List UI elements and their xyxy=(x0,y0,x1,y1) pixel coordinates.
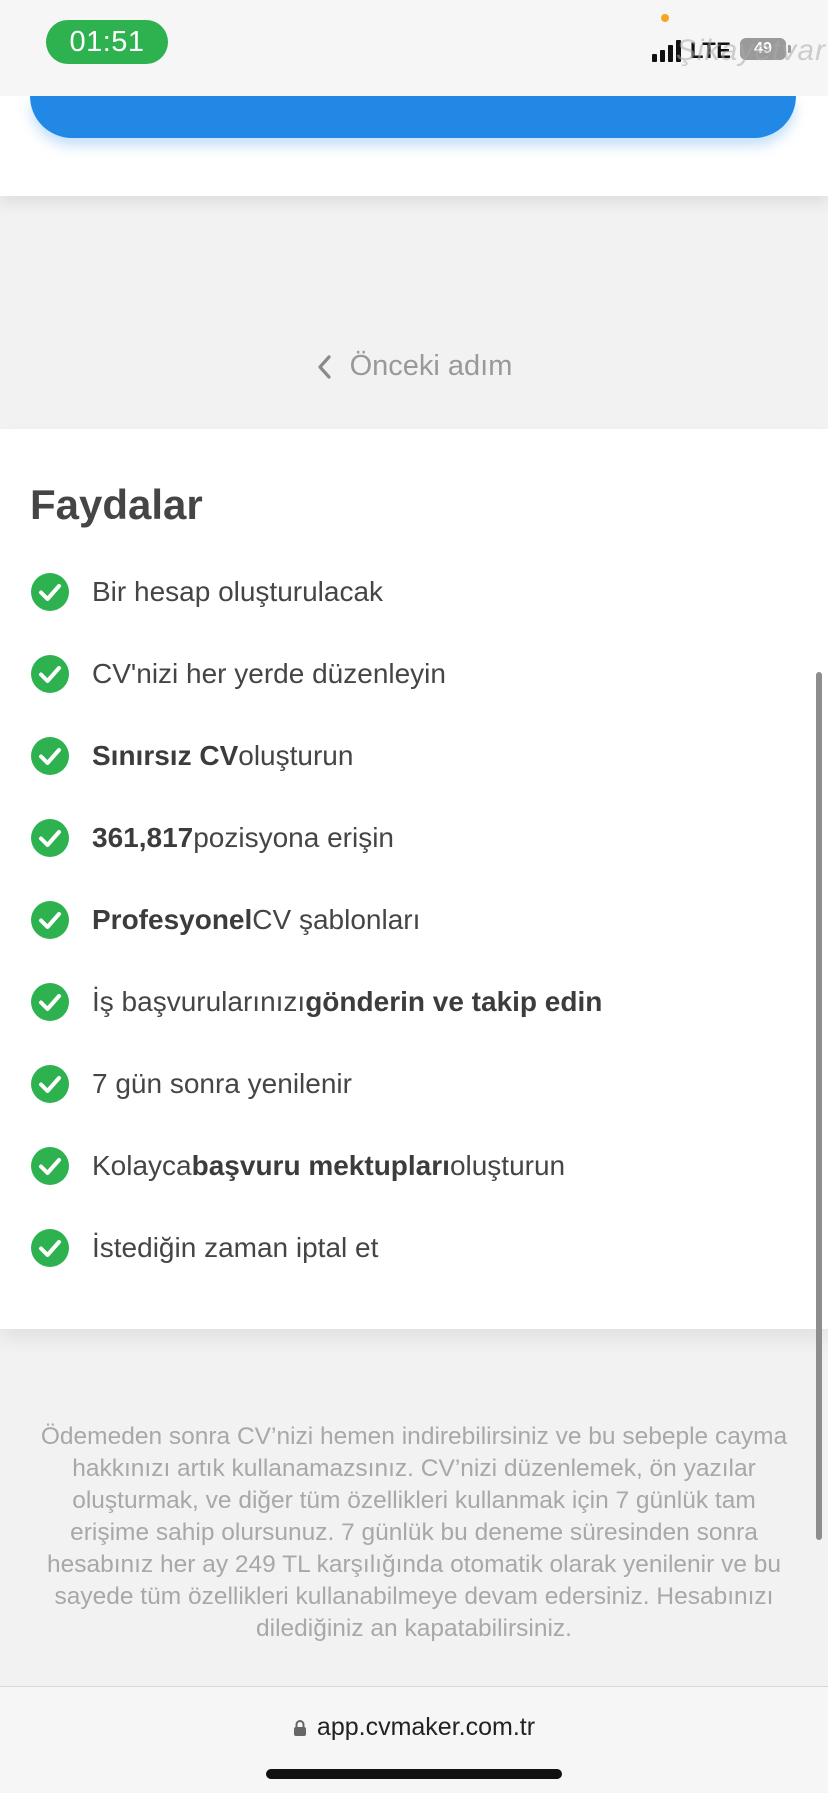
status-time: 01:51 xyxy=(46,20,168,64)
status-bar: 01:51 LTE 49 Şikayetvar xyxy=(0,0,828,96)
benefit-text-bold: Sınırsız CV xyxy=(92,740,239,771)
benefit-text-post: oluşturun xyxy=(238,740,354,771)
check-circle-icon xyxy=(31,819,69,857)
benefit-text-bold: 361,817 xyxy=(92,822,194,853)
check-circle-icon xyxy=(31,737,69,775)
benefit-text-pre: Kolayca xyxy=(92,1150,192,1181)
benefit-item: 7 gün sonra yenilenir xyxy=(30,1064,352,1104)
benefit-text-bold: Profesyonel xyxy=(92,904,253,935)
url-text: app.cvmaker.com.tr xyxy=(316,1713,536,1741)
benefits-card: Faydalar Bir hesap oluşturulacak CV'nizi… xyxy=(0,429,828,1329)
benefit-item: Bir hesap oluşturulacak xyxy=(30,572,383,612)
benefit-item: CV'nizi her yerde düzenleyin xyxy=(30,654,446,694)
previous-step-label: Önceki adım xyxy=(349,350,513,382)
lock-icon xyxy=(293,1719,306,1736)
check-circle-icon xyxy=(31,1147,69,1185)
benefit-text-pre: 7 gün sonra yenilenir xyxy=(92,1068,352,1099)
chevron-left-icon xyxy=(317,354,331,379)
checkout-card xyxy=(0,96,828,196)
benefit-item: İş başvurularınızı gönderin ve takip edi… xyxy=(30,982,602,1022)
watermark-logo: Şikayetvar xyxy=(676,34,827,67)
payment-disclaimer: Ödemeden sonra CV’nizi hemen indirebilir… xyxy=(40,1423,788,1642)
primary-action-button[interactable] xyxy=(30,96,796,138)
benefits-title: Faydalar xyxy=(30,481,203,528)
benefit-text-pre: İstediğin zaman iptal et xyxy=(92,1232,379,1263)
check-circle-icon xyxy=(31,1229,69,1267)
previous-step-link[interactable]: Önceki adım xyxy=(0,350,828,383)
benefit-text-post: pozisyona erişin xyxy=(193,822,394,853)
benefit-item: 361,817 pozisyona erişin xyxy=(30,818,394,858)
benefit-item: Sınırsız CV oluşturun xyxy=(30,736,353,776)
check-circle-icon xyxy=(31,1065,69,1103)
page-scrollbar[interactable] xyxy=(816,672,822,1540)
check-circle-icon xyxy=(31,655,69,693)
check-circle-icon xyxy=(31,901,69,939)
benefit-item: İstediğin zaman iptal et xyxy=(30,1228,378,1268)
benefit-text-bold: gönderin ve takip edin xyxy=(305,986,603,1017)
benefit-text-post: CV şablonları xyxy=(252,904,421,935)
benefit-text-pre: İş başvurularınızı xyxy=(92,986,306,1017)
benefit-text-post: oluşturun xyxy=(449,1150,566,1181)
benefit-text-bold: başvuru mektupları xyxy=(191,1150,450,1181)
benefit-text-pre: Bir hesap oluşturulacak xyxy=(92,576,384,607)
url-display[interactable]: app.cvmaker.com.tr xyxy=(0,1713,828,1742)
home-indicator[interactable] xyxy=(266,1769,562,1779)
browser-address-bar[interactable]: app.cvmaker.com.tr xyxy=(0,1686,828,1793)
check-circle-icon xyxy=(31,573,69,611)
benefit-item: Kolayca başvuru mektupları oluşturun xyxy=(30,1146,565,1186)
privacy-indicator-dot xyxy=(661,14,669,22)
benefit-text-pre: CV'nizi her yerde düzenleyin xyxy=(92,658,446,689)
check-circle-icon xyxy=(31,983,69,1021)
benefit-item: Profesyonel CV şablonları xyxy=(30,900,420,940)
